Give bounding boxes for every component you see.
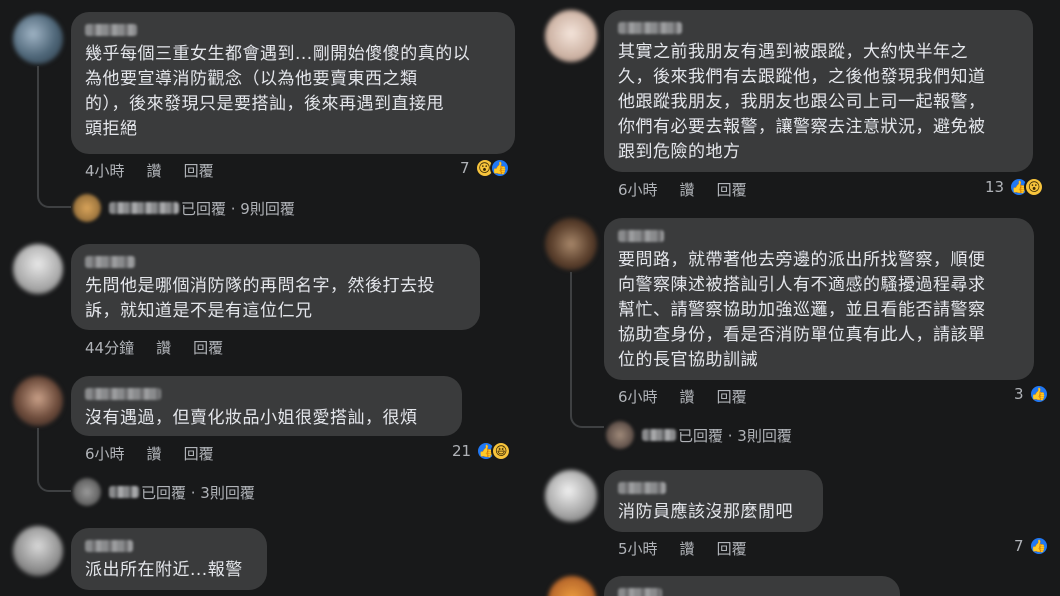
thread-line (37, 66, 71, 208)
comment-text: 幾乎每個三重女生都會遇到...剛開始傻傻的真的以 為他要宣導消防觀念（以為他要賣… (85, 44, 471, 139)
comment-time[interactable]: 6小時 (618, 388, 658, 406)
avatar[interactable] (548, 576, 596, 596)
comment-text: 沒有遇過，但賣化妝品小姐很愛搭訕，很煩 (85, 408, 418, 428)
replier-name-blurred (642, 429, 676, 441)
replier-name-blurred (109, 202, 179, 214)
reply-avatar (606, 421, 634, 449)
like-icon: 👍 (1028, 384, 1049, 404)
avatar[interactable] (13, 526, 63, 576)
like-button[interactable]: 讚 (680, 540, 695, 558)
replier-name-blurred (109, 486, 139, 498)
comment-time[interactable]: 44分鐘 (85, 339, 134, 357)
reaction-summary[interactable]: 3 👍 (1014, 384, 1049, 404)
comment-time[interactable]: 6小時 (85, 445, 125, 463)
reaction-summary[interactable]: 13 👍 😮 (985, 177, 1045, 197)
reaction-count: 13 (985, 178, 1005, 196)
commenter-name-blurred[interactable] (85, 540, 133, 552)
avatar[interactable] (545, 470, 597, 522)
commenter-name-blurred[interactable] (618, 22, 682, 34)
like-button[interactable]: 讚 (156, 339, 171, 357)
comment-bubble: 幾乎每個三重女生都會遇到...剛開始傻傻的真的以 為他要宣導消防觀念（以為他要賣… (71, 12, 515, 154)
haha-icon: 😆 (491, 441, 512, 461)
thread-line (570, 272, 604, 428)
comment-bubble: 派出所在附近...報警 (71, 528, 267, 590)
commenter-name-blurred[interactable] (85, 388, 161, 400)
comment-time[interactable]: 6小時 (618, 181, 658, 199)
commenter-name-blurred[interactable] (618, 588, 662, 596)
avatar[interactable] (13, 376, 63, 426)
comment-actions: 4小時 讚 回覆 (85, 160, 236, 181)
reply-avatar (73, 194, 101, 222)
comment-text: 先問他是哪個消防隊的再問名字，然後打去投 訴，就知道是不是有這位仁兄 (85, 276, 435, 321)
thread-line (37, 428, 71, 492)
comment-actions: 6小時 讚 回覆 (618, 386, 769, 407)
commenter-name-blurred[interactable] (618, 482, 666, 494)
comment-text: 派出所在附近...報警 (85, 560, 243, 580)
like-button[interactable]: 讚 (147, 162, 162, 180)
replies-count: 已回覆 · 3則回覆 (678, 426, 792, 445)
comment-bubble: 先問他是哪個消防隊的再問名字，然後打去投 訴，就知道是不是有這位仁兄 (71, 244, 480, 330)
view-replies-link[interactable]: 已回覆 · 9則回覆 (73, 194, 295, 222)
reply-button[interactable]: 回覆 (717, 540, 747, 558)
reaction-summary[interactable]: 7 👍 (1014, 536, 1049, 556)
reaction-summary[interactable]: 7 😮 👍 (460, 158, 510, 178)
reply-avatar (73, 478, 101, 506)
comment-time[interactable]: 5小時 (618, 540, 658, 558)
comment-actions: 6小時 讚 回覆 (618, 179, 769, 200)
replies-count: 已回覆 · 3則回覆 (141, 483, 255, 502)
view-replies-link[interactable]: 已回覆 · 3則回覆 (606, 421, 792, 449)
reply-button[interactable]: 回覆 (717, 181, 747, 199)
reply-button[interactable]: 回覆 (193, 339, 223, 357)
reply-button[interactable]: 回覆 (717, 388, 747, 406)
wow-icon: 😮 (1024, 177, 1045, 197)
reply-button[interactable]: 回覆 (184, 162, 214, 180)
avatar[interactable] (13, 14, 63, 64)
comment-bubble: 沒有遇過，但賣化妝品小姐很愛搭訕，很煩 (71, 376, 462, 436)
comment-bubble: 消防員應該沒那麼閒吧 (604, 470, 823, 532)
view-replies-link[interactable]: 已回覆 · 3則回覆 (73, 478, 255, 506)
reaction-count: 7 (460, 159, 470, 177)
reaction-count: 3 (1014, 385, 1024, 403)
like-button[interactable]: 讚 (147, 445, 162, 463)
comment-text: 要問路，就帶著他去旁邊的派出所找警察，順便 向警察陳述被搭訕引人有不適感的騷擾過… (618, 250, 986, 370)
avatar[interactable] (13, 244, 63, 294)
like-icon: 👍 (489, 158, 510, 178)
comment-bubble: 其實之前我朋友有遇到被跟蹤，大約快半年之 久，後來我們有去跟蹤他，之後他發現我們… (604, 10, 1033, 172)
avatar[interactable] (545, 218, 597, 270)
comment-text: 其實之前我朋友有遇到被跟蹤，大約快半年之 久，後來我們有去跟蹤他，之後他發現我們… (618, 42, 986, 162)
commenter-name-blurred[interactable] (618, 230, 664, 242)
comment-actions: 5小時 讚 回覆 (618, 538, 769, 559)
commenter-name-blurred[interactable] (85, 24, 137, 36)
reaction-count: 7 (1014, 537, 1024, 555)
comment-bubble: 要問路，就帶著他去旁邊的派出所找警察，順便 向警察陳述被搭訕引人有不適感的騷擾過… (604, 218, 1034, 380)
comment-actions: 44分鐘 讚 回覆 (85, 337, 245, 358)
like-button[interactable]: 讚 (680, 388, 695, 406)
replies-count: 已回覆 · 9則回覆 (181, 199, 295, 218)
commenter-name-blurred[interactable] (85, 256, 135, 268)
like-icon: 👍 (1028, 536, 1049, 556)
avatar[interactable] (545, 10, 597, 62)
comment-bubble (604, 576, 900, 596)
comment-time[interactable]: 4小時 (85, 162, 125, 180)
like-button[interactable]: 讚 (680, 181, 695, 199)
comment-actions: 6小時 讚 回覆 (85, 443, 236, 464)
reaction-count: 21 (452, 442, 472, 460)
reply-button[interactable]: 回覆 (184, 445, 214, 463)
reaction-summary[interactable]: 21 👍 😆 (452, 441, 512, 461)
comment-text: 消防員應該沒那麼閒吧 (618, 502, 793, 522)
